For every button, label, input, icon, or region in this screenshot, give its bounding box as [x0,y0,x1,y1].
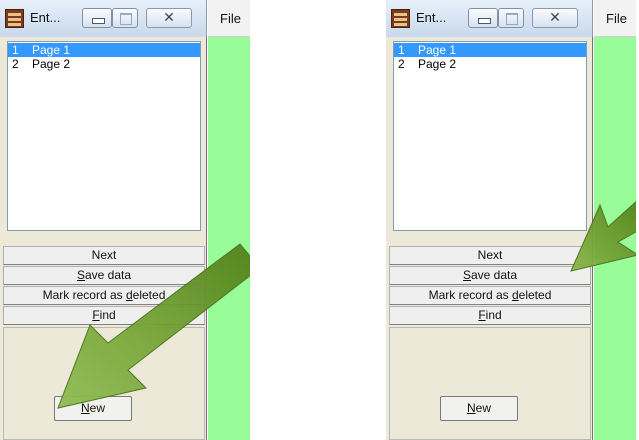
annotation-arrow-to-save-data [570,200,636,272]
left-panel: Ent... ✕ 1 Page 1 2 Page 2 Next Save dat… [0,0,250,440]
annotation-arrow-to-new [57,243,250,409]
right-panel: Ent... ✕ 1 Page 1 2 Page 2 Next Save dat… [386,0,636,440]
